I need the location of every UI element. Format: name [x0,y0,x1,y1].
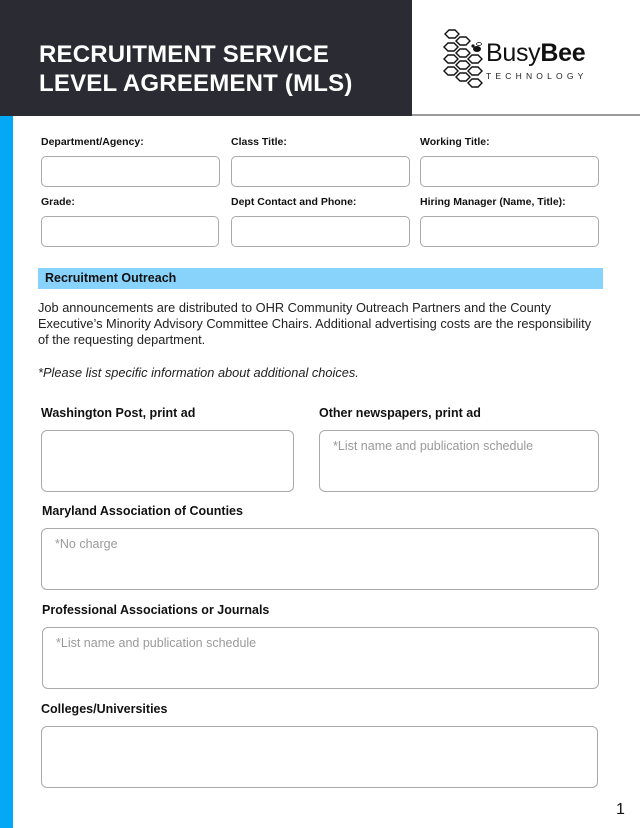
grade-label: Grade: [41,196,75,208]
page-title-line-2: LEVEL AGREEMENT (MLS) [39,70,353,97]
hiring-manager-label: Hiring Manager (Name, Title): [420,196,566,208]
company-logo: BusyBee TECHNOLOGY [440,28,600,94]
department-agency-label: Department/Agency: [41,136,144,148]
page-title: RECRUITMENT SERVICE LEVEL AGREEMENT (MLS… [39,40,353,98]
colleges-universities-label: Colleges/Universities [41,702,168,716]
professional-associations-label: Professional Associations or Journals [42,603,270,617]
other-newspapers-field[interactable]: *List name and publication schedule [319,430,599,492]
logo-subtitle: TECHNOLOGY [486,71,588,81]
colleges-universities-field[interactable] [41,726,598,788]
professional-associations-field[interactable]: *List name and publication schedule [42,627,599,689]
maryland-association-field[interactable]: *No charge [41,528,599,590]
working-title-field[interactable] [420,156,599,187]
section-note: *Please list specific information about … [38,365,359,380]
header-divider [412,114,640,116]
washington-post-label: Washington Post, print ad [41,406,196,420]
grade-field[interactable] [41,216,219,247]
maryland-association-label: Maryland Association of Counties [42,504,243,518]
accent-side-bar [0,116,13,828]
department-agency-field[interactable] [41,156,220,187]
dept-contact-label: Dept Contact and Phone: [231,196,357,208]
section-description: Job announcements are distributed to OHR… [38,300,592,347]
logo-wordmark: BusyBee [486,39,586,68]
header-banner: RECRUITMENT SERVICE LEVEL AGREEMENT (MLS… [0,0,412,116]
professional-associations-placeholder: *List name and publication schedule [56,636,257,650]
section-title: Recruitment Outreach [45,271,177,285]
honeycomb-bee-icon [443,29,483,88]
logo-name-bold: Bee [540,39,586,67]
section-header: Recruitment Outreach [38,268,603,289]
dept-contact-field[interactable] [231,216,410,247]
working-title-label: Working Title: [420,136,490,148]
maryland-association-placeholder: *No charge [55,537,118,551]
washington-post-field[interactable] [41,430,294,492]
class-title-label: Class Title: [231,136,287,148]
hiring-manager-field[interactable] [420,216,599,247]
page-number: 1 [616,801,625,818]
page-title-line-1: RECRUITMENT SERVICE [39,41,330,68]
other-newspapers-placeholder: *List name and publication schedule [333,439,534,453]
logo-name-regular: Busy [486,39,541,67]
class-title-field[interactable] [231,156,410,187]
other-newspapers-label: Other newspapers, print ad [319,406,481,420]
